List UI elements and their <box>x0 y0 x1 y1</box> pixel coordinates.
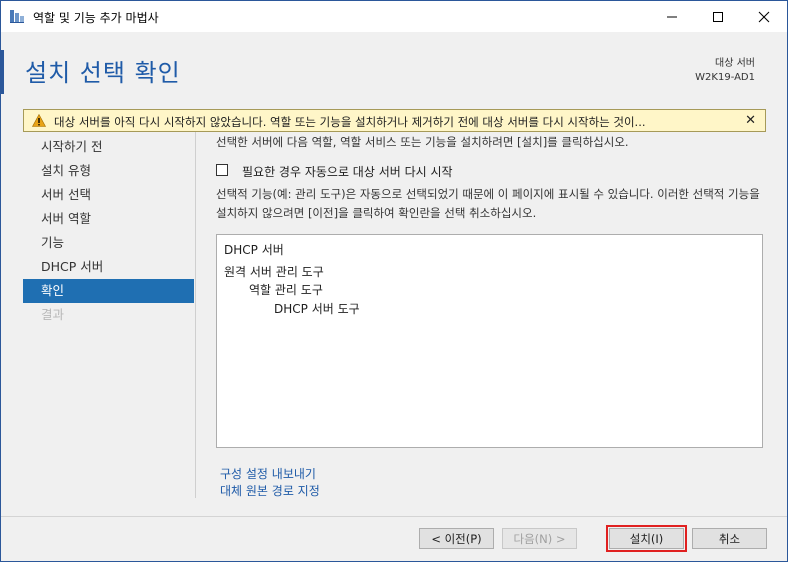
server-manager-icon <box>9 8 25 24</box>
target-server-info: 대상 서버 W2K19-AD1 <box>695 57 755 85</box>
previous-button[interactable]: < 이전(P) <box>419 528 494 549</box>
warning-text: 대상 서버를 아직 다시 시작하지 않았습니다. 역할 또는 기능을 설치하거나… <box>54 115 646 129</box>
selection-list[interactable]: DHCP 서버 원격 서버 관리 도구 역할 관리 도구 DHCP 서버 도구 <box>216 234 763 448</box>
install-button[interactable]: 설치(I) <box>606 525 687 552</box>
minimize-icon <box>667 16 677 17</box>
optional-features-note: 선택적 기능(예: 관리 도구)은 자동으로 선택되었기 때문에 이 페이지에 … <box>216 187 760 220</box>
title-bar: 역할 및 기능 추가 마법사 <box>1 1 787 32</box>
wizard-steps-nav: 시작하기 전 설치 유형 서버 선택 서버 역할 기능 DHCP 서버 확인 결… <box>23 132 194 498</box>
nav-item-features[interactable]: 기능 <box>23 231 194 255</box>
list-item: 역할 관리 도구 <box>249 283 323 297</box>
close-button[interactable] <box>741 1 787 32</box>
nav-item-server-roles[interactable]: 서버 역할 <box>23 207 194 231</box>
cancel-button[interactable]: 취소 <box>692 528 767 549</box>
warning-icon <box>31 113 47 130</box>
window-title: 역할 및 기능 추가 마법사 <box>33 11 159 25</box>
nav-item-server-selection[interactable]: 서버 선택 <box>23 183 194 207</box>
maximize-button[interactable] <box>695 1 741 32</box>
export-config-link[interactable]: 구성 설정 내보내기 <box>220 465 316 482</box>
nav-item-confirmation[interactable]: 확인 <box>23 279 194 303</box>
restart-checkbox-label[interactable]: 필요한 경우 자동으로 대상 서버 다시 시작 <box>242 163 453 180</box>
header-accent-bar <box>1 50 4 94</box>
nav-item-before-you-begin[interactable]: 시작하기 전 <box>23 135 194 159</box>
restart-warning-bar: 대상 서버를 아직 다시 시작하지 않았습니다. 역할 또는 기능을 설치하거나… <box>23 109 766 132</box>
nav-item-dhcp-server[interactable]: DHCP 서버 <box>23 255 194 279</box>
dismiss-warning-button[interactable]: ✕ <box>745 113 756 128</box>
alternate-source-link[interactable]: 대체 원본 경로 지정 <box>220 482 320 499</box>
target-server-caption: 대상 서버 <box>715 58 755 69</box>
list-item: 원격 서버 관리 도구 <box>224 265 324 279</box>
wizard-window: 역할 및 기능 추가 마법사 설치 선택 확인 대상 서버 W2K19-AD1 … <box>0 0 788 562</box>
list-item: DHCP 서버 <box>224 243 284 257</box>
restart-checkbox[interactable] <box>216 164 228 176</box>
nav-item-results: 결과 <box>41 307 65 322</box>
maximize-icon <box>713 11 723 22</box>
close-icon <box>758 11 770 22</box>
wizard-header: 설치 선택 확인 대상 서버 W2K19-AD1 <box>1 32 787 110</box>
nav-divider <box>195 132 196 498</box>
list-item: DHCP 서버 도구 <box>274 302 360 316</box>
next-button: 다음(N) > <box>502 528 577 549</box>
target-server-name: W2K19-AD1 <box>695 72 755 83</box>
minimize-button[interactable] <box>649 1 695 32</box>
nav-item-installation-type[interactable]: 설치 유형 <box>23 159 194 183</box>
page-title: 설치 선택 확인 <box>25 59 181 87</box>
footer-divider <box>1 516 787 517</box>
confirmation-intro-text: 선택한 서버에 다음 역할, 역할 서비스 또는 기능을 설치하려면 [설치]를… <box>216 135 629 149</box>
